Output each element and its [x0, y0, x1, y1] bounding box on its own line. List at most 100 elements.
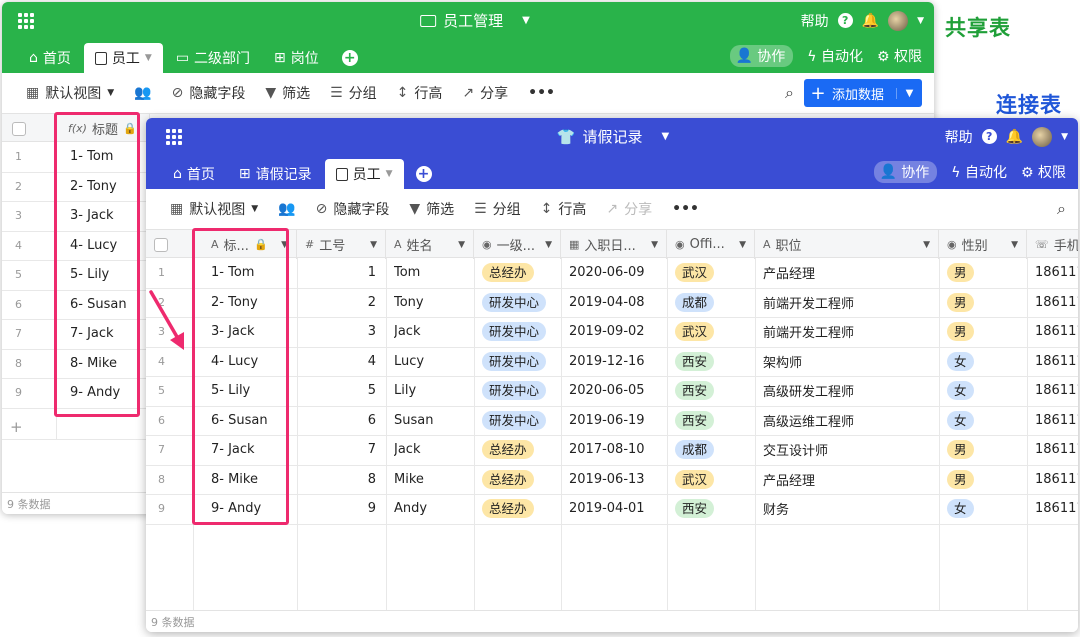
- title-cell[interactable]: 1- Tom: [211, 258, 289, 288]
- gender-cell[interactable]: 女: [947, 376, 1019, 406]
- title-cell[interactable]: 2- Tony: [211, 288, 289, 318]
- row-height-button[interactable]: ↕ 行高: [541, 199, 587, 219]
- title-cell[interactable]: 1- Tom: [70, 142, 113, 172]
- chevron-down-icon[interactable]: ▼: [917, 16, 924, 26]
- office-cell[interactable]: 武汉: [675, 317, 747, 347]
- id-cell[interactable]: 5: [297, 376, 376, 406]
- chevron-down-icon[interactable]: ▼: [386, 169, 393, 179]
- permission-button[interactable]: ⚙ 权限: [877, 46, 922, 66]
- dept-cell[interactable]: 总经办: [482, 494, 553, 524]
- date-cell[interactable]: 2019-04-01: [569, 494, 659, 524]
- select-all-checkbox[interactable]: [154, 237, 168, 252]
- tab-employee[interactable]: 员工 ▼: [324, 159, 404, 189]
- date-cell[interactable]: 2019-12-16: [569, 347, 659, 377]
- gender-cell[interactable]: 女: [947, 494, 1019, 524]
- name-cell[interactable]: Jack: [394, 317, 466, 347]
- name-cell[interactable]: Tom: [394, 258, 466, 288]
- position-cell[interactable]: 高级研发工程师: [763, 376, 931, 406]
- title-cell[interactable]: 4- Lucy: [70, 231, 117, 261]
- gender-cell[interactable]: 男: [947, 317, 1019, 347]
- position-cell[interactable]: 架构师: [763, 347, 931, 377]
- dept-cell[interactable]: 研发中心: [482, 406, 553, 436]
- gender-cell[interactable]: 女: [947, 406, 1019, 436]
- chevron-down-icon[interactable]: ▼: [651, 240, 658, 250]
- title-cell[interactable]: 9- Andy: [70, 378, 120, 408]
- column-header-date[interactable]: ▦ 入职日... ▼: [561, 230, 667, 259]
- column-header-office[interactable]: ◉ Offi... ▼: [667, 230, 755, 259]
- office-cell[interactable]: 西安: [675, 347, 747, 377]
- tab-leave-record[interactable]: ⊞ 请假记录: [228, 159, 323, 189]
- column-header-dept[interactable]: ◉ 一级... ▼: [474, 230, 561, 259]
- position-cell[interactable]: 财务: [763, 494, 931, 524]
- dept-cell[interactable]: 总经办: [482, 435, 553, 465]
- hide-fields-button[interactable]: ⊘ 隐藏字段: [172, 83, 246, 103]
- column-header-title[interactable]: f(x) 标题 🔒: [56, 114, 140, 143]
- chevron-down-icon[interactable]: ▼: [1011, 240, 1018, 250]
- dept-cell[interactable]: 研发中心: [482, 288, 553, 318]
- title-cell[interactable]: 3- Jack: [211, 317, 289, 347]
- date-cell[interactable]: 2020-06-05: [569, 376, 659, 406]
- phone-cell[interactable]: 1861111: [1035, 288, 1078, 318]
- title-cell[interactable]: 9- Andy: [211, 494, 289, 524]
- position-cell[interactable]: 前端开发工程师: [763, 317, 931, 347]
- select-all-checkbox[interactable]: [12, 121, 26, 136]
- chevron-down-icon[interactable]: ▼: [923, 240, 930, 250]
- id-cell[interactable]: 9: [297, 494, 376, 524]
- group-button[interactable]: ☰ 分组: [474, 199, 521, 219]
- date-cell[interactable]: 2019-04-08: [569, 288, 659, 318]
- id-cell[interactable]: 4: [297, 347, 376, 377]
- gender-cell[interactable]: 女: [947, 347, 1019, 377]
- position-cell[interactable]: 高级运维工程师: [763, 406, 931, 436]
- column-header-title[interactable]: A 标... 🔒 ▼: [193, 230, 297, 259]
- dept-cell[interactable]: 研发中心: [482, 376, 553, 406]
- date-cell[interactable]: 2017-08-10: [569, 435, 659, 465]
- more-button[interactable]: •••: [528, 85, 555, 101]
- column-header-gender[interactable]: ◉ 性别 ▼: [939, 230, 1027, 259]
- name-cell[interactable]: Lucy: [394, 347, 466, 377]
- person-filter-button[interactable]: 👥: [278, 201, 295, 217]
- title-cell[interactable]: 4- Lucy: [211, 347, 289, 377]
- office-cell[interactable]: 西安: [675, 376, 747, 406]
- phone-cell[interactable]: 1861111: [1035, 435, 1078, 465]
- tab-post[interactable]: ⊞ 岗位: [263, 43, 330, 73]
- phone-cell[interactable]: 1861111: [1035, 494, 1078, 524]
- column-header-position[interactable]: A 职位 ▼: [755, 230, 939, 259]
- office-cell[interactable]: 成都: [675, 435, 747, 465]
- column-header-id[interactable]: # 工号 ▼: [297, 230, 386, 259]
- chevron-down-icon[interactable]: ▼: [458, 240, 465, 250]
- collab-button[interactable]: 👤 协作: [729, 45, 794, 67]
- dept-cell[interactable]: 研发中心: [482, 317, 553, 347]
- avatar[interactable]: [1032, 126, 1053, 147]
- position-cell[interactable]: 产品经理: [763, 465, 931, 495]
- help-link[interactable]: 帮助: [801, 11, 829, 31]
- title-cell[interactable]: 5- Lily: [211, 376, 289, 406]
- office-cell[interactable]: 西安: [675, 406, 747, 436]
- more-button[interactable]: •••: [672, 201, 699, 217]
- id-cell[interactable]: 8: [297, 465, 376, 495]
- column-header-name[interactable]: A 姓名 ▼: [386, 230, 474, 259]
- column-header-phone[interactable]: ☏ 手机: [1027, 230, 1078, 259]
- dept-cell[interactable]: 总经办: [482, 258, 553, 288]
- row-height-button[interactable]: ↕ 行高: [397, 83, 443, 103]
- name-cell[interactable]: Andy: [394, 494, 466, 524]
- share-button[interactable]: ↗ 分享: [462, 83, 508, 103]
- phone-cell[interactable]: 1861111: [1035, 317, 1078, 347]
- gender-cell[interactable]: 男: [947, 465, 1019, 495]
- filter-button[interactable]: ▼ 筛选: [265, 83, 310, 103]
- group-button[interactable]: ☰ 分组: [330, 83, 377, 103]
- dept-cell[interactable]: 总经办: [482, 465, 553, 495]
- id-cell[interactable]: 7: [297, 435, 376, 465]
- date-cell[interactable]: 2019-06-13: [569, 465, 659, 495]
- tab-home[interactable]: ⌂ 首页: [18, 43, 82, 73]
- tab-home[interactable]: ⌂ 首页: [162, 159, 226, 189]
- id-cell[interactable]: 2: [297, 288, 376, 318]
- title-cell[interactable]: 8- Mike: [211, 465, 289, 495]
- phone-cell[interactable]: 1861111: [1035, 258, 1078, 288]
- date-cell[interactable]: 2019-06-19: [569, 406, 659, 436]
- add-tab-button[interactable]: +: [415, 166, 432, 182]
- id-cell[interactable]: 3: [297, 317, 376, 347]
- phone-cell[interactable]: 1861111: [1035, 465, 1078, 495]
- chevron-down-icon[interactable]: ▼: [145, 53, 152, 63]
- date-cell[interactable]: 2019-09-02: [569, 317, 659, 347]
- filter-button[interactable]: ▼ 筛选: [409, 199, 454, 219]
